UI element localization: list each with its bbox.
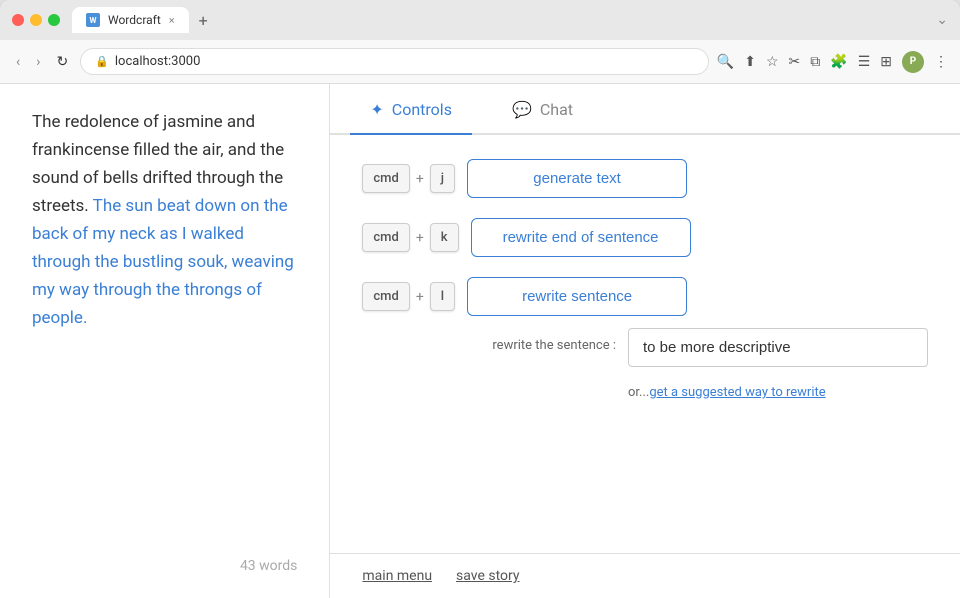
copy-icon[interactable]: ⧉ (810, 54, 820, 70)
shortcut-row-rewrite-end: cmd + k rewrite end of sentence (362, 218, 928, 257)
rewrite-or-text: or...get a suggested way to rewrite (628, 385, 928, 400)
tab-favicon: W (86, 13, 100, 27)
rewrite-label: rewrite the sentence : (492, 328, 616, 353)
extensions-icon[interactable]: 🧩 (830, 54, 847, 70)
rewrite-sentence-input[interactable] (628, 328, 928, 367)
tab-chat[interactable]: 💬 Chat (492, 84, 593, 135)
main-menu-link[interactable]: main menu (362, 568, 432, 584)
rewrite-sentence-section: cmd + l rewrite sentence rewrite the sen… (362, 277, 928, 400)
cut-icon[interactable]: ✂ (789, 54, 801, 70)
save-story-link[interactable]: save story (456, 568, 519, 584)
controls-panel: ✦ Controls 💬 Chat cmd + j generat (330, 84, 960, 598)
editor-text[interactable]: The redolence of jasmine and frankincens… (32, 108, 297, 542)
cmd-key-rewrite-end: cmd (362, 223, 409, 252)
panel-tabs: ✦ Controls 💬 Chat (330, 84, 960, 135)
chat-icon: 💬 (512, 100, 532, 119)
cmd-key-generate: cmd (362, 164, 409, 193)
reading-icon[interactable]: ☰ (858, 54, 871, 70)
traffic-lights (12, 14, 60, 26)
title-bar: W Wordcraft × + ⌄ (0, 0, 960, 40)
rewrite-input-row: rewrite the sentence : or...get a sugges… (362, 328, 928, 400)
address-bar: ‹ › ↻ 🔒 localhost:3000 🔍 ⬆ ☆ ✂ ⧉ 🧩 ☰ ⊞ P… (0, 40, 960, 84)
tab-close-icon[interactable]: × (169, 14, 175, 27)
rewrite-input-area: or...get a suggested way to rewrite (628, 328, 928, 400)
window-expand-icon[interactable]: ⌄ (936, 12, 948, 28)
controls-content: cmd + j generate text cmd + k rewrite en… (330, 135, 960, 553)
l-key: l (430, 282, 455, 311)
close-button[interactable] (12, 14, 24, 26)
reload-button[interactable]: ↻ (52, 50, 72, 74)
back-button[interactable]: ‹ (12, 50, 24, 74)
rewrite-sentence-button[interactable]: rewrite sentence (467, 277, 687, 316)
address-text: localhost:3000 (115, 54, 201, 69)
new-tab-button[interactable]: + (193, 11, 214, 30)
plus-generate: + (416, 171, 424, 187)
bottom-bar: main menu save story (330, 553, 960, 598)
plus-rewrite-end: + (416, 230, 424, 246)
browser-window: W Wordcraft × + ⌄ ‹ › ↻ 🔒 localhost:3000… (0, 0, 960, 598)
more-options-icon[interactable]: ⋮ (934, 54, 948, 70)
maximize-button[interactable] (48, 14, 60, 26)
bookmark-icon[interactable]: ☆ (766, 54, 779, 70)
tab-title: Wordcraft (108, 13, 161, 27)
main-content: The redolence of jasmine and frankincens… (0, 84, 960, 598)
lock-icon: 🔒 (95, 55, 109, 68)
tab-chat-label: Chat (540, 100, 573, 119)
cmd-key-rewrite-sentence: cmd (362, 282, 409, 311)
editor-panel: The redolence of jasmine and frankincens… (0, 84, 330, 598)
controls-sparkle-icon: ✦ (370, 100, 383, 119)
tab-bar: W Wordcraft × + (72, 7, 928, 33)
zoom-icon[interactable]: 🔍 (717, 54, 734, 70)
shortcut-combo-generate: cmd + j (362, 164, 455, 193)
tab-controls[interactable]: ✦ Controls (350, 84, 472, 135)
plus-rewrite-sentence: + (416, 289, 424, 305)
rewrite-label-area: rewrite the sentence : (492, 328, 616, 353)
address-input[interactable]: 🔒 localhost:3000 (80, 48, 709, 75)
word-count: 43 words (32, 558, 297, 574)
shortcut-combo-rewrite-sentence: cmd + l (362, 282, 455, 311)
rewrite-end-button[interactable]: rewrite end of sentence (471, 218, 691, 257)
shortcut-row-generate: cmd + j generate text (362, 159, 928, 198)
active-tab[interactable]: W Wordcraft × (72, 7, 189, 33)
forward-button[interactable]: › (32, 50, 44, 74)
minimize-button[interactable] (30, 14, 42, 26)
shortcut-row-rewrite-sentence: cmd + l rewrite sentence (362, 277, 928, 316)
k-key: k (430, 223, 459, 252)
j-key: j (430, 164, 455, 193)
toolbar-icons: 🔍 ⬆ ☆ ✂ ⧉ 🧩 ☰ ⊞ P ⋮ (717, 51, 948, 73)
share-icon[interactable]: ⬆ (744, 54, 756, 70)
tab-controls-label: Controls (392, 100, 452, 119)
generate-text-button[interactable]: generate text (467, 159, 687, 198)
profile-avatar[interactable]: P (902, 51, 924, 73)
shortcut-combo-rewrite-end: cmd + k (362, 223, 458, 252)
suggested-rewrite-link[interactable]: get a suggested way to rewrite (649, 385, 825, 400)
sidebar-icon[interactable]: ⊞ (880, 54, 892, 70)
